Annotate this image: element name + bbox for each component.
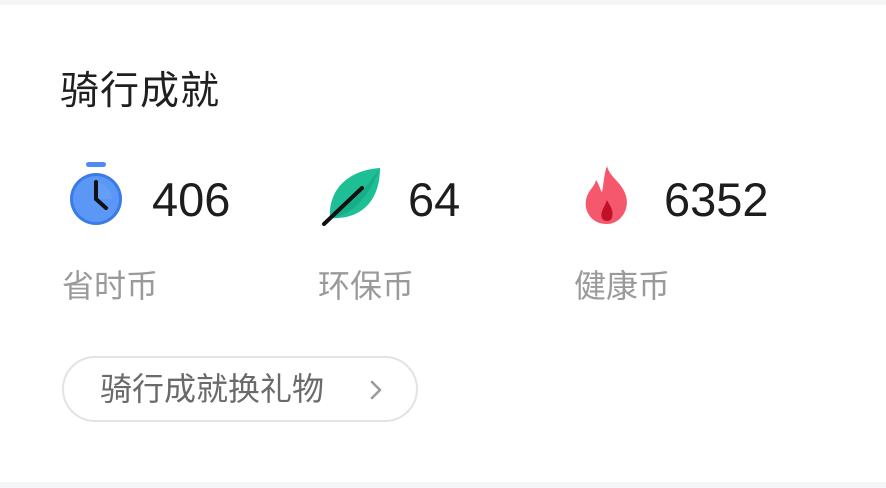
riding-achievements-card: 骑行成就 406 省时币 64 环保币 6352 健康币 骑行成就换礼物 (0, 5, 886, 482)
stat-label: 省时币 (62, 267, 159, 305)
stat-label: 健康币 (574, 267, 671, 305)
section-title: 骑行成就 (60, 69, 221, 114)
redeem-label: 骑行成就换礼物 (100, 370, 325, 408)
chevron-right-icon (370, 380, 382, 400)
stat-label: 环保币 (318, 267, 415, 305)
stat-time-coins: 406 省时币 (62, 160, 302, 310)
redeem-gifts-button[interactable]: 骑行成就换礼物 (62, 356, 418, 422)
bottom-divider (0, 482, 886, 488)
flame-icon (585, 166, 627, 224)
stat-health-coins: 6352 健康币 (574, 160, 814, 310)
stat-value: 64 (408, 173, 461, 226)
stat-eco-coins: 64 环保币 (318, 160, 558, 310)
stat-value: 406 (152, 173, 231, 226)
stat-value: 6352 (664, 173, 769, 226)
stopwatch-icon (70, 162, 122, 225)
leaf-icon (322, 168, 380, 226)
